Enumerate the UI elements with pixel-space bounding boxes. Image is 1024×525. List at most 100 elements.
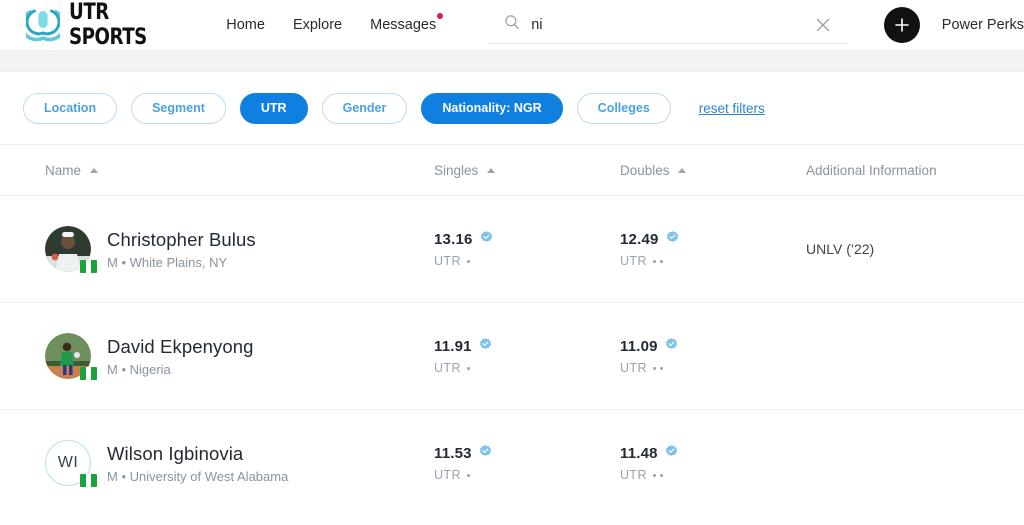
avatar[interactable]	[45, 226, 97, 273]
column-header-doubles[interactable]: Doubles	[620, 163, 806, 178]
player-cell[interactable]: Christopher Bulus M • White Plains, NY	[24, 226, 434, 273]
logo-text: UTR SPORTS	[69, 0, 147, 50]
doubles-rating-unit: UTR	[620, 254, 806, 268]
verified-badge-icon	[478, 444, 493, 463]
utr-u-logo-icon	[26, 8, 60, 42]
column-header-doubles-label: Doubles	[620, 162, 670, 178]
verified-badge-icon	[479, 230, 494, 249]
filter-chip-utr[interactable]: UTR	[239, 92, 308, 124]
table-row[interactable]: Christopher Bulus M • White Plains, NY 1…	[0, 195, 1024, 302]
filter-chip-colleges-label: Colleges	[597, 101, 650, 115]
filter-chip-colleges[interactable]: Colleges	[576, 92, 671, 124]
search-input[interactable]	[531, 16, 801, 33]
singles-rating-value-wrap: 11.91	[434, 337, 620, 356]
nav-item-messages[interactable]: Messages	[370, 13, 444, 33]
sort-caret-up-icon	[89, 167, 98, 173]
singles-reliability-dots-icon	[466, 259, 470, 263]
nav-label-home: Home	[226, 17, 265, 33]
notification-dot-icon	[437, 13, 444, 19]
filter-chip-gender[interactable]: Gender	[321, 92, 408, 124]
filter-chip-segment[interactable]: Segment	[131, 92, 226, 124]
search-icon	[504, 14, 520, 35]
singles-unit-label: UTR	[434, 361, 461, 375]
doubles-rating-value: 11.09	[620, 338, 658, 355]
singles-rating-unit: UTR	[434, 254, 620, 268]
nationality-flag-icon	[80, 474, 97, 487]
player-info: David Ekpenyong M • Nigeria	[107, 335, 254, 377]
verified-badge-icon	[478, 337, 493, 356]
player-cell[interactable]: WI Wilson Igbinovia M • University of We…	[24, 440, 434, 487]
filter-chip-nationality-label: Nationality: NGR	[442, 101, 542, 115]
nav-item-home[interactable]: Home	[226, 17, 265, 33]
doubles-rating-cell: 12.49 UTR	[620, 230, 806, 268]
doubles-rating-cell: 11.09 UTR	[620, 337, 806, 375]
doubles-rating-unit: UTR	[620, 468, 806, 482]
doubles-unit-label: UTR	[620, 361, 647, 375]
verified-badge-icon	[664, 337, 679, 356]
singles-rating-value-wrap: 13.16	[434, 230, 620, 249]
doubles-reliability-dots-icon	[652, 366, 663, 370]
player-subtitle: M • University of West Alabama	[107, 469, 289, 485]
doubles-rating-value: 11.48	[620, 445, 658, 462]
nav-item-explore[interactable]: Explore	[293, 17, 342, 33]
add-button[interactable]	[883, 7, 920, 43]
player-name[interactable]: Wilson Igbinovia	[107, 442, 288, 465]
singles-rating-cell: 11.91 UTR	[434, 337, 620, 375]
singles-unit-label: UTR	[434, 468, 461, 482]
filter-chip-location-label: Location	[44, 101, 97, 115]
doubles-rating-unit: UTR	[620, 361, 806, 375]
singles-unit-label: UTR	[434, 254, 461, 268]
verified-badge-icon	[665, 230, 680, 249]
plus-icon	[894, 18, 909, 32]
doubles-rating-value: 12.49	[620, 231, 659, 248]
singles-rating-value: 11.53	[434, 445, 472, 462]
filter-chip-location[interactable]: Location	[23, 92, 118, 124]
sort-caret-up-icon	[487, 167, 496, 173]
doubles-rating-value-wrap: 11.48	[620, 444, 806, 463]
singles-rating-unit: UTR	[434, 361, 620, 375]
doubles-reliability-dots-icon	[652, 473, 663, 477]
doubles-rating-value-wrap: 11.09	[620, 337, 806, 356]
player-info: Christopher Bulus M • White Plains, NY	[107, 228, 256, 270]
doubles-rating-value-wrap: 12.49	[620, 230, 806, 249]
singles-rating-unit: UTR	[434, 468, 620, 482]
table-header-row: Name Singles Doubles Additional Informat…	[0, 145, 1024, 195]
player-name[interactable]: David Ekpenyong	[107, 335, 254, 358]
column-header-name[interactable]: Name	[24, 163, 434, 178]
doubles-unit-label: UTR	[620, 468, 647, 482]
nationality-flag-icon	[80, 260, 97, 273]
table-row[interactable]: David Ekpenyong M • Nigeria 11.91 UTR 11…	[0, 302, 1024, 409]
singles-reliability-dots-icon	[466, 473, 470, 477]
logo[interactable]: UTR SPORTS	[26, 0, 184, 50]
player-cell[interactable]: David Ekpenyong M • Nigeria	[24, 333, 434, 380]
nationality-flag-icon	[80, 367, 97, 380]
singles-rating-value: 11.91	[434, 338, 472, 355]
singles-rating-value: 13.16	[434, 231, 473, 248]
header-divider-band	[0, 50, 1024, 72]
additional-information-cell: UNLV (’22)	[806, 241, 875, 257]
player-info: Wilson Igbinovia M • University of West …	[107, 442, 288, 484]
column-header-singles-label: Singles	[434, 162, 479, 178]
column-header-additional-information: Additional Information	[806, 163, 1000, 178]
search-box[interactable]	[488, 6, 848, 44]
singles-rating-cell: 13.16 UTR	[434, 230, 620, 268]
filter-bar: Location Segment UTR Gender Nationality:…	[0, 72, 1024, 145]
filter-chip-utr-label: UTR	[260, 101, 287, 115]
player-name[interactable]: Christopher Bulus	[107, 228, 256, 251]
player-subtitle: M • Nigeria	[107, 362, 171, 378]
column-header-additional-information-label: Additional Information	[806, 162, 937, 178]
avatar[interactable]	[45, 333, 97, 380]
table-row[interactable]: WI Wilson Igbinovia M • University of We…	[0, 409, 1024, 516]
column-header-singles[interactable]: Singles	[434, 163, 620, 178]
verified-badge-icon	[664, 444, 679, 463]
doubles-rating-cell: 11.48 UTR	[620, 444, 806, 482]
clear-search-button[interactable]	[812, 14, 834, 36]
power-perks-link[interactable]: Power Perks	[942, 17, 1024, 33]
reset-filters-link[interactable]: reset filters	[699, 101, 765, 116]
filter-chip-nationality[interactable]: Nationality: NGR	[421, 92, 563, 124]
nav-label-messages: Messages	[370, 17, 437, 33]
column-header-name-label: Name	[45, 162, 82, 178]
avatar[interactable]: WI	[45, 440, 97, 487]
nav-label-explore: Explore	[292, 17, 343, 33]
sort-caret-up-icon	[678, 167, 687, 173]
